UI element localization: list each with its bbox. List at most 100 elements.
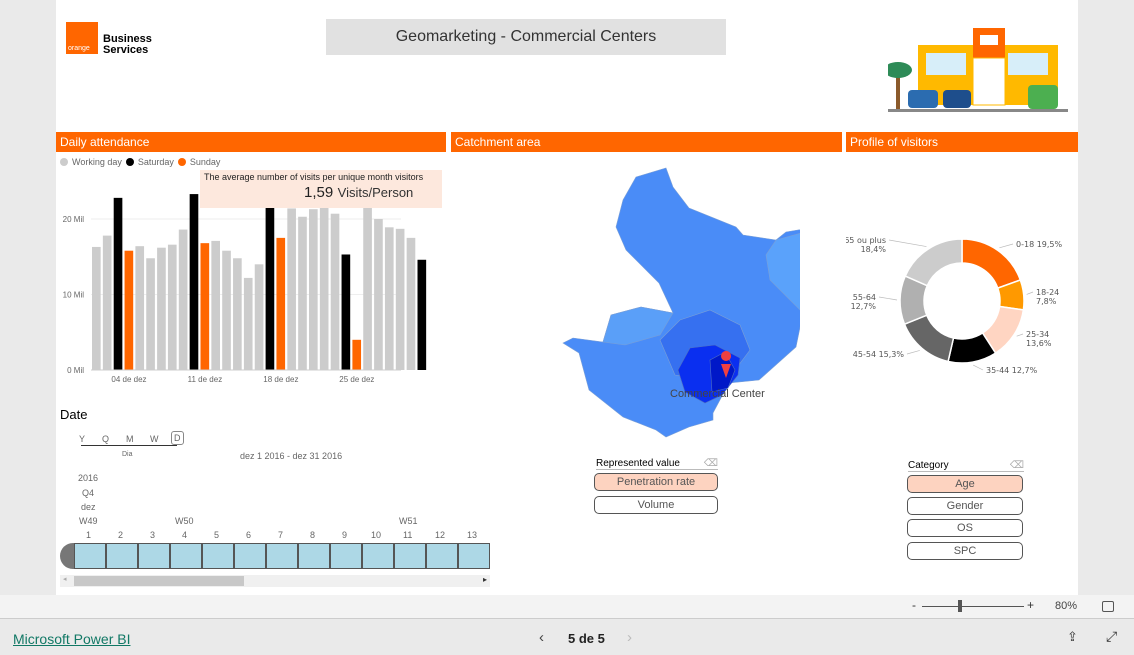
bar-day-26[interactable]: [363, 203, 372, 370]
timeline-day-cell[interactable]: [106, 543, 138, 569]
zoom-in-button[interactable]: +: [1027, 598, 1034, 612]
option-gender[interactable]: Gender: [907, 497, 1023, 515]
bar-day-11[interactable]: [200, 243, 210, 370]
bar-day-9[interactable]: [178, 229, 188, 370]
timeline-day-label: 12: [435, 530, 446, 540]
fullscreen-icon[interactable]: ⤢: [1106, 628, 1117, 645]
powerbi-link[interactable]: Microsoft Power BI: [13, 631, 130, 647]
donut-label: 65 ou plus 18,4%: [846, 236, 886, 254]
bar-day-24[interactable]: [341, 254, 351, 370]
section-header-profile: Profile of visitors: [846, 132, 1078, 152]
bar-day-21[interactable]: [309, 209, 318, 370]
option-spc[interactable]: SPC: [907, 542, 1023, 560]
bar-day-13[interactable]: [222, 250, 231, 370]
timeline-day-cell[interactable]: [394, 543, 426, 569]
donut-label: 18-24 7,8%: [1036, 288, 1059, 306]
bar-day-6[interactable]: [146, 258, 155, 370]
timeline-day-label: 1: [86, 530, 92, 540]
zoom-slider[interactable]: [922, 606, 1024, 607]
bar-day-16[interactable]: [254, 264, 264, 370]
orange-logo: orange: [66, 22, 98, 54]
bar-day-18[interactable]: [276, 237, 286, 370]
timeline-handle[interactable]: [60, 543, 74, 569]
level-year[interactable]: Y: [79, 434, 85, 444]
bar-day-17[interactable]: [265, 203, 275, 370]
bar-day-31[interactable]: [417, 259, 427, 370]
zoom-slider-thumb[interactable]: [958, 600, 962, 612]
date-range: dez 1 2016 - dez 31 2016: [240, 451, 343, 461]
bar-day-1[interactable]: [92, 246, 101, 370]
bar-day-20[interactable]: [298, 216, 307, 370]
page-title: Geomarketing - Commercial Centers: [326, 19, 726, 55]
bar-day-30[interactable]: [406, 237, 416, 370]
x-tick-label: 04 de dez: [111, 375, 146, 384]
bar-day-14[interactable]: [233, 258, 242, 370]
level-quarter[interactable]: Q: [102, 434, 109, 444]
timeline-day-label: 4: [182, 530, 188, 540]
timeline-quarter: Q4: [82, 488, 95, 498]
timeline-scrollbar[interactable]: ◂ ▸: [60, 575, 490, 587]
next-page-icon[interactable]: ›: [627, 629, 632, 646]
y-tick-label: 10 Mil: [63, 291, 85, 300]
scroll-right-icon[interactable]: ▸: [483, 575, 487, 584]
kpi-value: 1,59: [304, 184, 334, 201]
timeline-day-cell[interactable]: [138, 543, 170, 569]
level-week[interactable]: W: [150, 434, 159, 444]
leader-line: [878, 296, 898, 301]
timeline-day-cell[interactable]: [458, 543, 490, 569]
timeline-day-cell[interactable]: [170, 543, 202, 569]
donut-slice-45-54[interactable]: [903, 314, 955, 363]
timeline-day-cell[interactable]: [202, 543, 234, 569]
bar-day-28[interactable]: [384, 227, 394, 370]
timeline-day-cell[interactable]: [426, 543, 458, 569]
timeline-day-cell[interactable]: [234, 543, 266, 569]
bar-day-2[interactable]: [102, 235, 112, 370]
timeline-day-cell[interactable]: [266, 543, 298, 569]
timeline-day-cell[interactable]: [298, 543, 330, 569]
bar-day-8[interactable]: [167, 244, 177, 370]
option-age[interactable]: Age: [907, 475, 1023, 493]
bar-day-27[interactable]: [374, 219, 383, 370]
timeline-day-label: 11: [403, 530, 413, 540]
bar-day-12[interactable]: [211, 240, 220, 370]
bar-day-22[interactable]: [319, 207, 329, 370]
bar-day-7[interactable]: [157, 247, 166, 370]
bar-day-10[interactable]: [189, 194, 199, 370]
option-volume[interactable]: Volume: [594, 496, 718, 514]
zoom-out-button[interactable]: -: [912, 598, 916, 612]
bar-day-4[interactable]: [124, 250, 134, 370]
x-tick-label: 18 de dez: [263, 375, 298, 384]
share-icon[interactable]: ⇪: [1067, 629, 1078, 645]
timeline-day-label: 10: [371, 530, 382, 540]
option-os[interactable]: OS: [907, 519, 1023, 537]
x-tick-label: 25 de dez: [339, 375, 374, 384]
timeline-year: 2016: [78, 473, 99, 483]
scrollbar-thumb[interactable]: [74, 576, 244, 586]
timeline-month: dez: [81, 502, 96, 512]
bar-day-15[interactable]: [243, 277, 253, 370]
fit-to-page-icon[interactable]: [1102, 601, 1114, 612]
option-penetration-rate[interactable]: Penetration rate: [594, 473, 718, 491]
bar-day-25[interactable]: [352, 339, 362, 370]
timeline-day-cell[interactable]: [362, 543, 394, 569]
bar-day-3[interactable]: [113, 197, 123, 370]
granularity-slider[interactable]: [81, 445, 177, 446]
bar-day-5[interactable]: [135, 246, 145, 370]
eraser-icon[interactable]: ⌫: [1010, 460, 1024, 471]
scroll-left-icon[interactable]: ◂: [63, 575, 67, 583]
timeline-day-cell[interactable]: [74, 543, 106, 569]
prev-page-icon[interactable]: ‹: [539, 629, 544, 646]
leader-line: [888, 239, 927, 247]
donut-slice-0-18[interactable]: [961, 238, 1022, 290]
eraser-icon[interactable]: ⌫: [704, 458, 718, 469]
timeline-day-cell[interactable]: [330, 543, 362, 569]
zoom-bar: - + 80%: [0, 595, 1134, 618]
level-month[interactable]: M: [126, 434, 134, 444]
catchment-map[interactable]: [500, 160, 800, 450]
level-day[interactable]: D: [171, 431, 184, 445]
bar-day-19[interactable]: [287, 208, 296, 370]
donut-slice-65 ou plus[interactable]: [904, 238, 963, 287]
bar-day-23[interactable]: [330, 213, 340, 370]
leader-line: [1016, 333, 1024, 337]
bar-day-29[interactable]: [395, 228, 405, 370]
